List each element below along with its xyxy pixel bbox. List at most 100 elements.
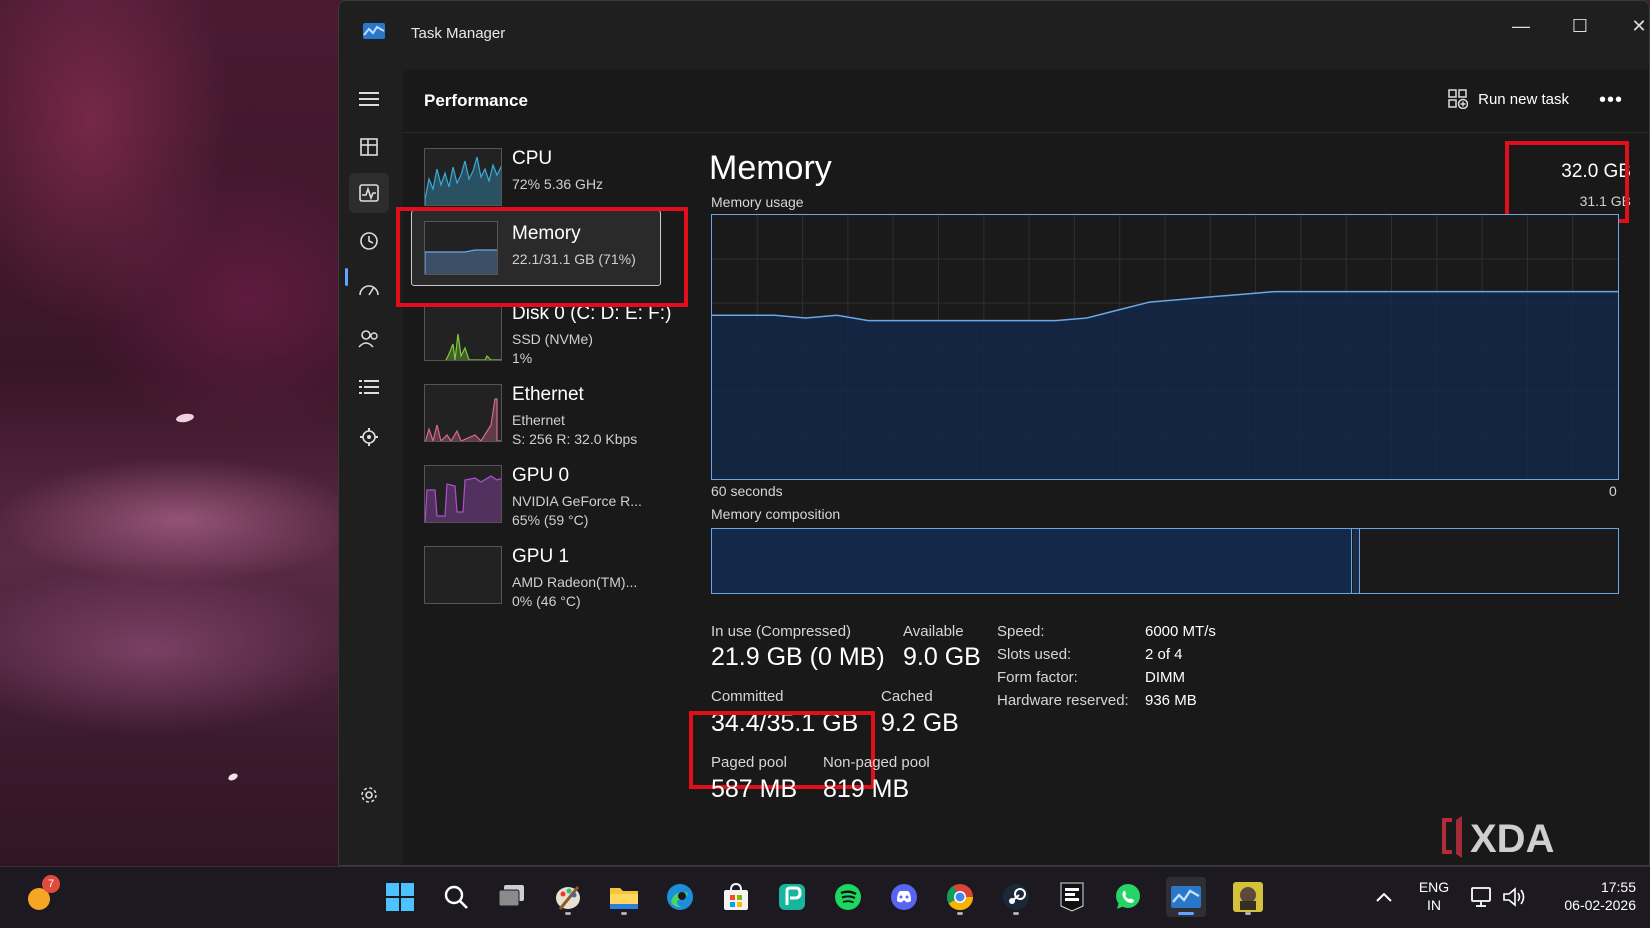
running-indicator [621,912,627,915]
steam-icon [1003,884,1029,910]
device-item-gpu[interactable]: GPU 1 AMD Radeon(TM)... 0% (46 °C) [419,538,681,610]
device-item-ethernet[interactable]: Ethernet Ethernet S: 256 R: 32.0 Kbps [419,376,681,448]
nav-details[interactable] [349,367,389,407]
gear-icon [361,787,377,803]
non-paged-pool-value: 819 MB [823,775,910,803]
paged-pool-value: 587 MB [711,775,798,803]
content-header: Performance Run new task ••• [403,69,1649,133]
xda-logo-text: XDA [1470,817,1554,861]
history-icon [360,232,378,250]
memory-usage-area [712,291,1618,479]
nav-users[interactable] [349,319,389,359]
wallpaper-light [227,772,239,782]
taskbar-search[interactable] [436,877,476,917]
nav-processes[interactable] [349,127,389,167]
speaker-icon [1503,887,1525,907]
taskbar-file-explorer[interactable] [604,877,644,917]
clock-date: 06-02-2026 [1564,897,1636,913]
taskbar-edge[interactable] [660,877,700,917]
device-name: Ethernet [512,384,584,405]
spec-value: 6000 MT/s [1145,623,1216,640]
discord-icon [891,884,917,910]
device-item-gpu[interactable]: GPU 0 NVIDIA GeForce R... 65% (59 °C) [419,457,681,529]
processes-icon [360,138,378,156]
clock-time: 17:55 [1600,879,1636,895]
taskbar-epic-games[interactable] [1052,877,1092,917]
device-detail: S: 256 R: 32.0 Kbps [512,431,638,447]
device-thumbnail-graph [424,465,502,523]
performance-content: Performance Run new task ••• CPU 72% 5.36… [396,69,1649,865]
memory-usage-graph [711,214,1619,480]
nav-app-history[interactable] [349,221,389,261]
running-indicator [565,912,571,915]
memory-heading: Memory [709,149,832,187]
spec-key: Speed: [997,623,1045,640]
more-options-button[interactable]: ••• [1593,85,1629,115]
memory-composition-bar [711,528,1619,594]
device-item-cpu[interactable]: CPU 72% 5.36 GHz [419,140,681,212]
device-detail: NVIDIA GeForce R... [512,493,642,509]
spec-key: Form factor: [997,669,1078,686]
volume-button[interactable] [1494,877,1534,917]
in-use-value: 21.9 GB (0 MB) [711,643,885,671]
taskbar-paint[interactable] [548,877,588,917]
performance-icon [359,184,379,202]
close-button[interactable]: ✕ [1619,11,1649,41]
spotify-icon [835,884,861,910]
services-icon [360,428,378,446]
active-nav-indicator [345,268,348,286]
device-detail: AMD Radeon(TM)... [512,574,638,590]
side-navigation [339,69,403,865]
device-detail: 0% (46 °C) [512,593,581,609]
title-bar[interactable]: Task Manager — ☐ ✕ [339,1,1649,69]
task-manager-app-icon [363,23,385,39]
cached-value: 9.2 GB [881,709,959,737]
spec-value: 2 of 4 [1145,646,1183,663]
device-name: GPU 0 [512,465,570,486]
nav-performance[interactable] [349,173,389,213]
taskbar-whatsapp[interactable] [1108,877,1148,917]
device-detail: SSD (NVMe) [512,331,593,347]
taskbar-task-view[interactable] [492,877,532,917]
taskbar-pycharm-like-app[interactable] [772,877,812,917]
device-thumbnail-graph [424,546,502,604]
paint-icon [556,886,580,910]
show-hidden-icons-button[interactable] [1364,877,1404,917]
taskbar-microsoft-store[interactable] [716,877,756,917]
taskbar-chrome[interactable] [940,877,980,917]
taskbar-task-manager[interactable] [1166,877,1206,917]
committed-label: Committed [711,688,784,705]
start-button[interactable] [380,877,420,917]
nav-services[interactable] [349,417,389,457]
weather-widget[interactable]: 7 [20,875,60,917]
nav-settings[interactable] [349,775,389,815]
graph-time-right: 0 [1609,483,1617,499]
highlight-memory-device [396,207,688,307]
run-new-task-button[interactable]: Run new task [1448,89,1569,109]
spec-value: DIMM [1145,669,1185,686]
chevron-up-icon [1376,892,1392,902]
taskbar-game-app[interactable] [1228,877,1268,917]
taskbar-discord[interactable] [884,877,924,917]
clock[interactable]: 17:55 06-02-2026 [1540,879,1636,913]
edge-browser-icon [667,884,693,910]
task-manager-icon [1171,886,1201,908]
whatsapp-icon [1116,884,1140,909]
windows-start-icon [386,883,414,911]
device-detail: 1% [512,350,533,366]
hamburger-menu-button[interactable] [349,79,389,119]
window-title: Task Manager [411,25,506,42]
minimize-button[interactable]: — [1501,11,1541,41]
maximize-button[interactable]: ☐ [1560,11,1600,41]
paged-pool-label: Paged pool [711,754,787,771]
xda-logo: XDA [1442,816,1554,861]
chrome-icon [946,884,974,911]
taskbar-steam[interactable] [996,877,1036,917]
nav-startup-apps[interactable] [349,269,389,309]
device-detail: Ethernet [512,412,565,428]
memory-composition-label: Memory composition [711,506,841,522]
taskbar-spotify[interactable] [828,877,868,917]
details-icon [359,380,379,394]
search-icon [444,885,468,909]
language-indicator[interactable]: ENG IN [1414,879,1454,913]
